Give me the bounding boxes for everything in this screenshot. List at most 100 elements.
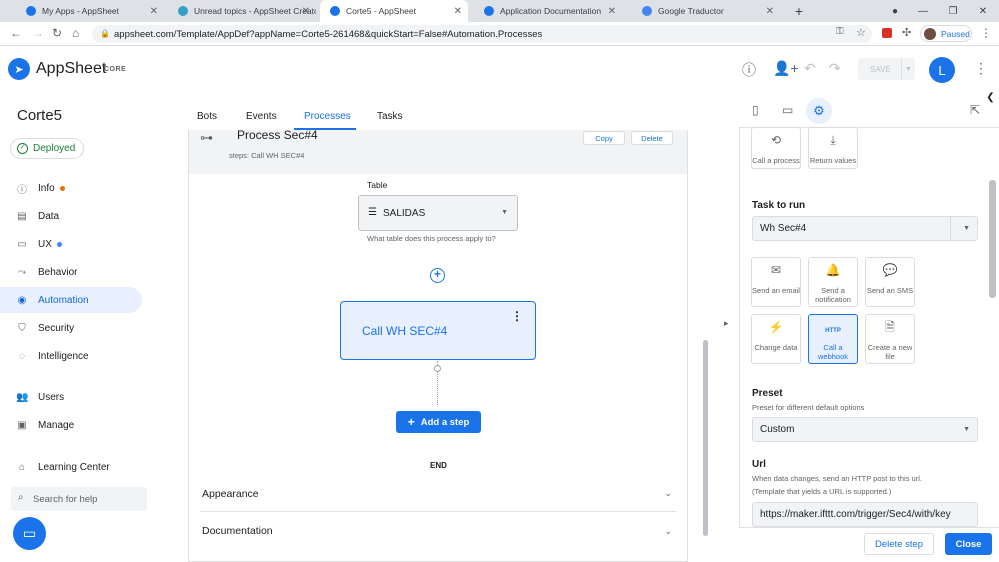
task-select[interactable]: Wh Sec#4 ▼ (752, 216, 978, 241)
share-user-icon[interactable]: 👤+ (773, 60, 799, 77)
webhook-url-input[interactable]: https://maker.ifttt.com/trigger/Sec4/wit… (752, 502, 978, 527)
url-input[interactable]: 🔒 appsheet.com/Template/AppDef?appName=C… (92, 25, 872, 43)
delete-button[interactable]: Delete (631, 131, 673, 145)
chevron-down-icon[interactable]: ▼ (901, 58, 915, 80)
sidebar-item-security[interactable]: ⛉ Security (0, 315, 142, 341)
step-card[interactable]: Call WH SEC#4 ⋮ (340, 301, 536, 360)
browser-tab[interactable]: Google Traductor ✕ (632, 0, 780, 22)
sidebar-item-intelligence[interactable]: ◌ Intelligence (0, 343, 142, 369)
sidebar-item-info[interactable]: ⓘ Info (0, 175, 142, 201)
tab-close-icon[interactable]: ✕ (302, 6, 310, 17)
url-text: appsheet.com/Template/AppDef?appName=Cor… (114, 28, 543, 40)
browser-tab[interactable]: My Apps - AppSheet ✕ (16, 0, 164, 22)
tab-close-icon[interactable]: ✕ (766, 6, 774, 17)
profile-menu-icon[interactable]: ● (880, 0, 910, 22)
info-icon: ⓘ (17, 184, 27, 196)
canvas-scrollbar[interactable] (703, 340, 708, 536)
tablet-preview-icon[interactable]: ▭ (782, 103, 793, 117)
table-value: SALIDAS (383, 207, 426, 219)
appearance-label: Appearance (202, 487, 259, 500)
appsheet-logo-icon[interactable]: ➤ (8, 58, 30, 80)
add-step-plus-icon[interactable]: + (430, 268, 445, 283)
sms-tile[interactable]: 💬 Send an SMS (865, 257, 915, 307)
tab-close-icon[interactable]: ✕ (150, 6, 158, 17)
save-button[interactable]: SAVE ▼ (858, 58, 915, 80)
sidebar-item-label: Intelligence (38, 350, 89, 362)
bolt-tile[interactable]: ⚡ Change data (751, 314, 801, 364)
browser-tab[interactable]: Unread topics - AppSheet Creato ✕ (168, 0, 316, 22)
browser-tab[interactable]: Application Documentation ✕ (474, 0, 622, 22)
key-icon[interactable]: ⚿ (836, 26, 844, 37)
puzzle-icon[interactable]: ✣ (902, 26, 911, 39)
restore-icon[interactable]: ❐ (938, 0, 968, 22)
tile-label: Send a notification (815, 286, 851, 304)
automation-icon: ◉ (17, 294, 27, 306)
task-value: Wh Sec#4 (760, 223, 807, 234)
help-icon[interactable]: ⓘ (742, 60, 756, 80)
extension-icon[interactable] (882, 28, 892, 38)
window-close-icon[interactable]: ✕ (968, 0, 998, 22)
open-external-icon[interactable]: ⇱ (970, 103, 980, 117)
redo-icon[interactable]: ↷ (829, 60, 841, 77)
browser-tab[interactable]: Corte5 - AppSheet ✕ (320, 0, 468, 22)
documentation-section[interactable]: Documentation ⌄ (200, 513, 676, 549)
browser-menu-icon[interactable]: ⋮ (980, 26, 992, 40)
add-step-button[interactable]: + Add a step (396, 411, 481, 433)
preset-select[interactable]: Custom ▼ (752, 417, 978, 442)
chevron-down-icon: ▼ (963, 225, 970, 232)
panel-splitter-icon[interactable]: ▸ (724, 318, 729, 329)
forward-icon[interactable]: → (32, 26, 44, 40)
table-select[interactable]: ☰ SALIDAS ▼ (358, 195, 518, 231)
process-title[interactable]: Process Sec#4 (237, 128, 318, 142)
email-tile[interactable]: ✉ Send an email (751, 257, 801, 307)
back-icon[interactable]: ← (10, 26, 22, 40)
user-avatar[interactable]: L (929, 57, 955, 83)
tab-events[interactable]: Events (246, 111, 277, 122)
gear-icon[interactable]: ⚙ (806, 98, 832, 124)
list-icon: ☰ (368, 207, 377, 218)
star-icon[interactable]: ☆ (856, 26, 866, 39)
chevron-down-icon: ⌄ (664, 525, 672, 536)
call-process-tile[interactable]: ⟲ Call a process (751, 127, 801, 169)
reload-icon[interactable]: ↻ (52, 26, 62, 40)
status-badge[interactable]: ✓ Deployed (10, 138, 84, 159)
tab-bots[interactable]: Bots (197, 111, 217, 122)
tab-processes[interactable]: Processes (304, 111, 351, 122)
chevron-down-icon: ⌄ (664, 488, 672, 498)
collapse-panel-icon[interactable]: ❮ (982, 92, 999, 109)
step-card-label: Call WH SEC#4 (362, 323, 448, 338)
sidebar-item-manage[interactable]: ▣ Manage (0, 412, 142, 438)
new-file-tile[interactable]: 🗎 Create a new file (865, 314, 915, 364)
undo-icon[interactable]: ↶ (804, 60, 816, 77)
copy-button[interactable]: Copy (583, 131, 625, 145)
tab-close-icon[interactable]: ✕ (454, 6, 462, 17)
minimize-icon[interactable]: — (908, 0, 938, 22)
kebab-menu-icon[interactable]: ⋮ (511, 309, 523, 323)
new-tab-icon[interactable]: + (784, 0, 814, 22)
help-search-input[interactable]: ⌕ Search for help (11, 487, 147, 511)
chat-icon[interactable]: ▭ (13, 517, 46, 550)
bolt-icon: ⚡ (768, 320, 784, 334)
delete-step-button[interactable]: Delete step (864, 533, 934, 555)
bell-tile[interactable]: 🔔 Send a notification (808, 257, 858, 307)
sidebar-item-learning-center[interactable]: ⌂ Learning Center (0, 454, 142, 480)
return-values-tile[interactable]: ⤓ Return values (808, 127, 858, 169)
appearance-section[interactable]: Appearance ⌄ (200, 476, 676, 512)
home-icon[interactable]: ⌂ (72, 26, 79, 40)
check-icon: ✓ (17, 143, 28, 154)
process-icon: ⊶ (200, 130, 213, 145)
tab-close-icon[interactable]: ✕ (608, 6, 616, 17)
panel-scrollbar[interactable] (989, 180, 996, 298)
sidebar-item-ux[interactable]: ▭ UX (0, 231, 142, 257)
app-menu-icon[interactable]: ⋮ (974, 60, 988, 77)
profile-chip[interactable]: Paused (920, 25, 972, 42)
sidebar-item-users[interactable]: 👥 Users (0, 384, 142, 410)
mobile-preview-icon[interactable]: ▯ (752, 103, 759, 117)
tab-tasks[interactable]: Tasks (377, 111, 403, 122)
sidebar-item-behavior[interactable]: ⤳ Behavior (0, 259, 142, 285)
sidebar-item-automation[interactable]: ◉ Automation (0, 287, 142, 313)
close-button[interactable]: Close (945, 533, 992, 555)
sidebar-item-data[interactable]: ▤ Data (0, 203, 142, 229)
tab-title: Google Traductor (658, 6, 724, 16)
http-tile[interactable]: HTTP Call a webhook (808, 314, 858, 364)
